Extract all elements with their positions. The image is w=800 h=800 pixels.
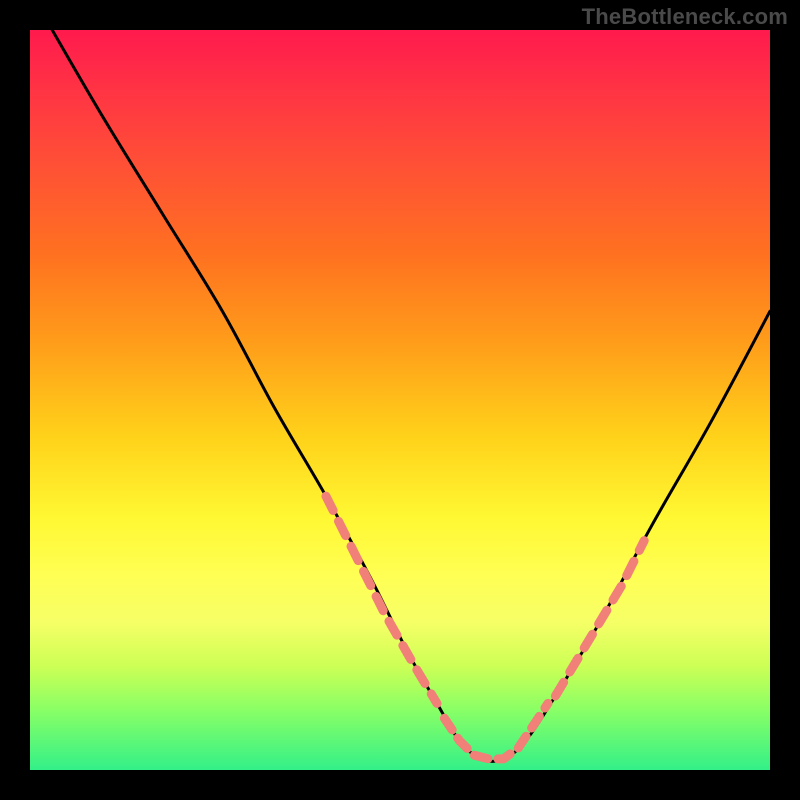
curve-layer: [30, 30, 770, 770]
highlight-segment: [444, 703, 548, 759]
highlight-segments: [326, 496, 644, 759]
chart-frame: TheBottleneck.com: [0, 0, 800, 800]
watermark-text: TheBottleneck.com: [582, 4, 788, 30]
highlight-segment: [555, 541, 644, 696]
plot-area: [30, 30, 770, 770]
highlight-segment: [326, 496, 437, 703]
